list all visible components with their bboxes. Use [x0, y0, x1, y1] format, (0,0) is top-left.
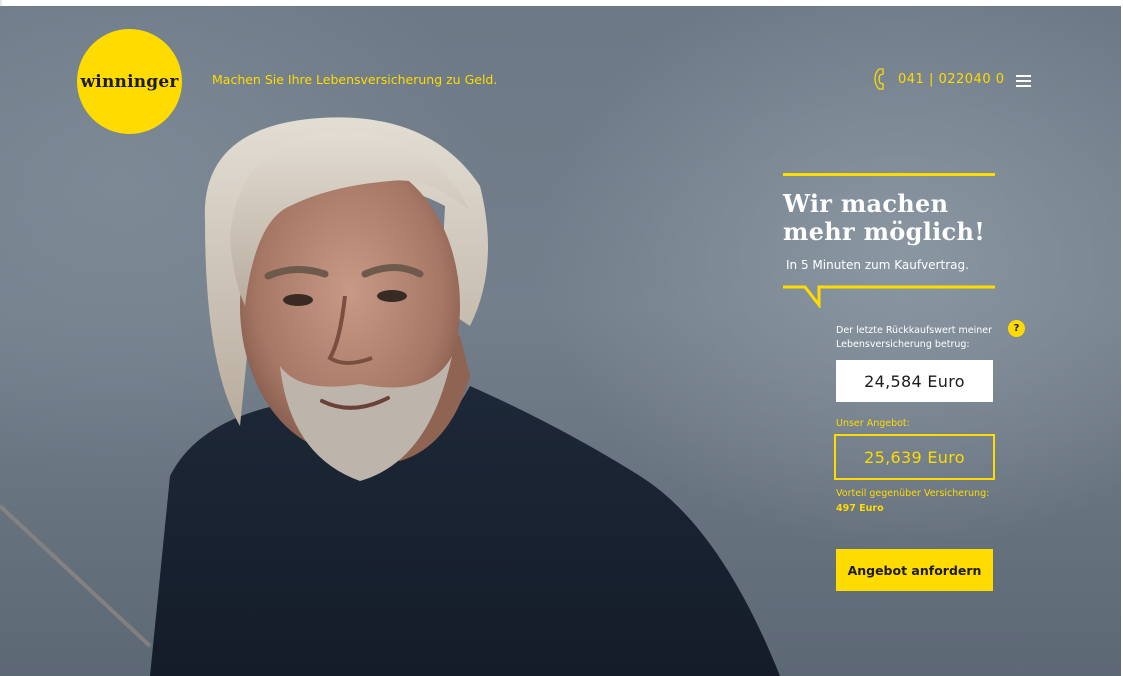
advantage-prefix: Vorteil gegenüber Versicherung: — [836, 488, 990, 499]
hero-headline: Wir machen mehr möglich! — [783, 190, 1013, 246]
surrender-value-field[interactable]: 24,584 Euro — [836, 360, 993, 402]
surrender-value-label: Der letzte Rückkaufswert meiner Lebensve… — [836, 325, 993, 350]
advantage-value: 497 Euro — [836, 503, 884, 514]
logo-text: winninger — [80, 71, 179, 92]
headline-divider — [783, 173, 995, 176]
hero-subline: In 5 Minuten zum Kaufvertrag. — [786, 258, 969, 272]
request-offer-button[interactable]: Angebot anfordern — [836, 549, 993, 591]
hamburger-menu-icon[interactable] — [1016, 75, 1031, 87]
brand-logo[interactable]: winninger — [77, 29, 182, 134]
hero-stage: winninger Machen Sie Ihre Lebensversiche… — [0, 6, 1121, 676]
offer-label: Unser Angebot: — [836, 418, 910, 429]
header-tagline: Machen Sie Ihre Lebensversicherung zu Ge… — [212, 72, 498, 87]
advantage-text: Vorteil gegenüber Versicherung: 497 Euro — [836, 486, 1006, 516]
headline-line-2: mehr möglich! — [783, 217, 986, 246]
phone-link[interactable]: 041 | 022040 0 — [874, 68, 1005, 90]
phone-icon — [874, 68, 884, 90]
offer-value: 25,639 Euro — [834, 434, 995, 480]
phone-number: 041 | 022040 0 — [898, 71, 1005, 87]
speech-bubble-divider — [783, 285, 995, 308]
help-icon[interactable]: ? — [1008, 320, 1025, 337]
headline-line-1: Wir machen — [783, 189, 949, 218]
